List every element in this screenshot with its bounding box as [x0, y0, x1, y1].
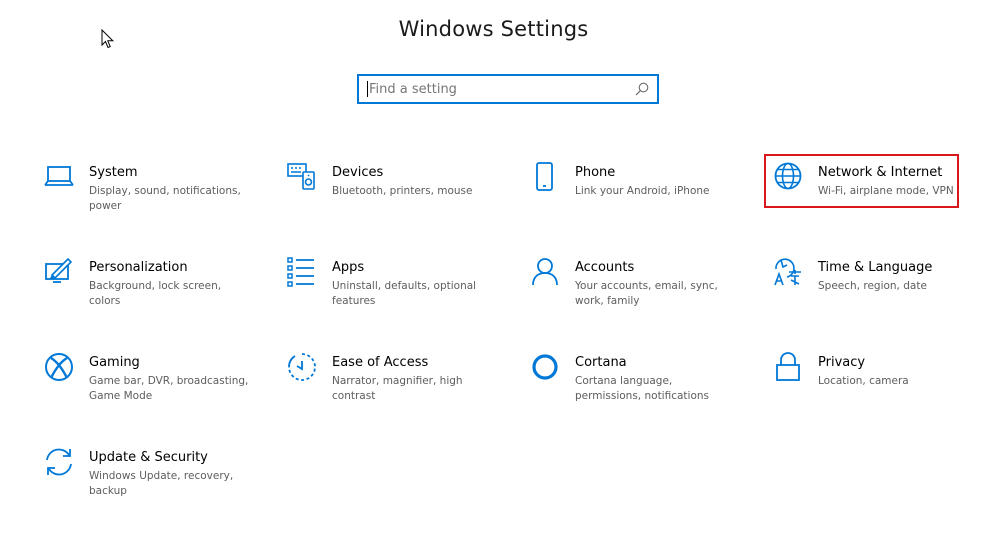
- tile-privacy[interactable]: Privacy Location, camera: [773, 352, 987, 422]
- tile-label: Phone: [575, 165, 616, 180]
- tile-description: Link your Android, iPhone: [575, 185, 710, 197]
- language-icon: [773, 257, 803, 287]
- tile-description: Your accounts, email, sync, work, family: [575, 280, 718, 307]
- tile-update-security[interactable]: Update & Security Windows Update, recove…: [44, 447, 259, 517]
- lock-icon: [773, 352, 803, 382]
- tile-ease-of-access[interactable]: Ease of Access Narrator, magnifier, high…: [287, 352, 502, 422]
- tile-description: Bluetooth, printers, mouse: [332, 185, 473, 197]
- tile-label: Personalization: [89, 260, 188, 275]
- tile-description: Uninstall, defaults, optional features: [332, 280, 477, 307]
- annotation-highlight-box: [764, 154, 959, 208]
- tile-label: Gaming: [89, 355, 140, 370]
- tile-description: Game bar, DVR, broadcasting, Game Mode: [89, 375, 249, 402]
- tile-label: Time & Language: [818, 260, 933, 275]
- cortana-circle-icon: [530, 352, 560, 382]
- xbox-icon: [44, 352, 74, 382]
- tile-apps[interactable]: Apps Uninstall, defaults, optional featu…: [287, 257, 502, 327]
- phone-icon: [530, 162, 560, 192]
- search-input[interactable]: [368, 76, 634, 102]
- tile-description: Display, sound, notifications, power: [89, 185, 241, 212]
- tile-system[interactable]: System Display, sound, notifications, po…: [44, 162, 259, 232]
- settings-home: Windows Settings System Display, sound, …: [0, 0, 987, 537]
- tile-gaming[interactable]: Gaming Game bar, DVR, broadcasting, Game…: [44, 352, 259, 422]
- tile-description: Windows Update, recovery, backup: [89, 470, 234, 497]
- tile-label: Cortana: [575, 355, 627, 370]
- tile-label: Update & Security: [89, 450, 208, 465]
- tile-label: Apps: [332, 260, 365, 275]
- keyboard-speaker-icon: [287, 162, 317, 192]
- search-box[interactable]: [357, 74, 659, 104]
- tile-time-language[interactable]: Time & Language Speech, region, date: [773, 257, 987, 327]
- tile-phone[interactable]: Phone Link your Android, iPhone: [530, 162, 745, 232]
- ease-of-access-icon: [287, 352, 317, 382]
- tile-devices[interactable]: Devices Bluetooth, printers, mouse: [287, 162, 502, 232]
- tile-description: Background, lock screen, colors: [89, 280, 222, 307]
- tile-label: Accounts: [575, 260, 635, 275]
- page-title: Windows Settings: [398, 17, 589, 41]
- tile-label: Devices: [332, 165, 384, 180]
- search-icon[interactable]: [634, 81, 650, 97]
- apps-list-icon: [287, 257, 317, 287]
- tile-description: Cortana language, permissions, notificat…: [575, 375, 710, 402]
- tile-label: System: [89, 165, 138, 180]
- tile-description: Speech, region, date: [818, 280, 927, 292]
- tile-personalization[interactable]: Personalization Background, lock screen,…: [44, 257, 259, 327]
- person-icon: [530, 257, 560, 287]
- laptop-icon: [44, 162, 74, 192]
- tile-description: Narrator, magnifier, high contrast: [332, 375, 463, 402]
- tile-label: Ease of Access: [332, 355, 429, 370]
- tile-accounts[interactable]: Accounts Your accounts, email, sync, wor…: [530, 257, 745, 327]
- tile-description: Location, camera: [818, 375, 909, 387]
- sync-arrows-icon: [44, 447, 74, 477]
- tile-cortana[interactable]: Cortana Cortana language, permissions, n…: [530, 352, 745, 422]
- paint-icon: [44, 257, 74, 287]
- tile-label: Privacy: [818, 355, 866, 370]
